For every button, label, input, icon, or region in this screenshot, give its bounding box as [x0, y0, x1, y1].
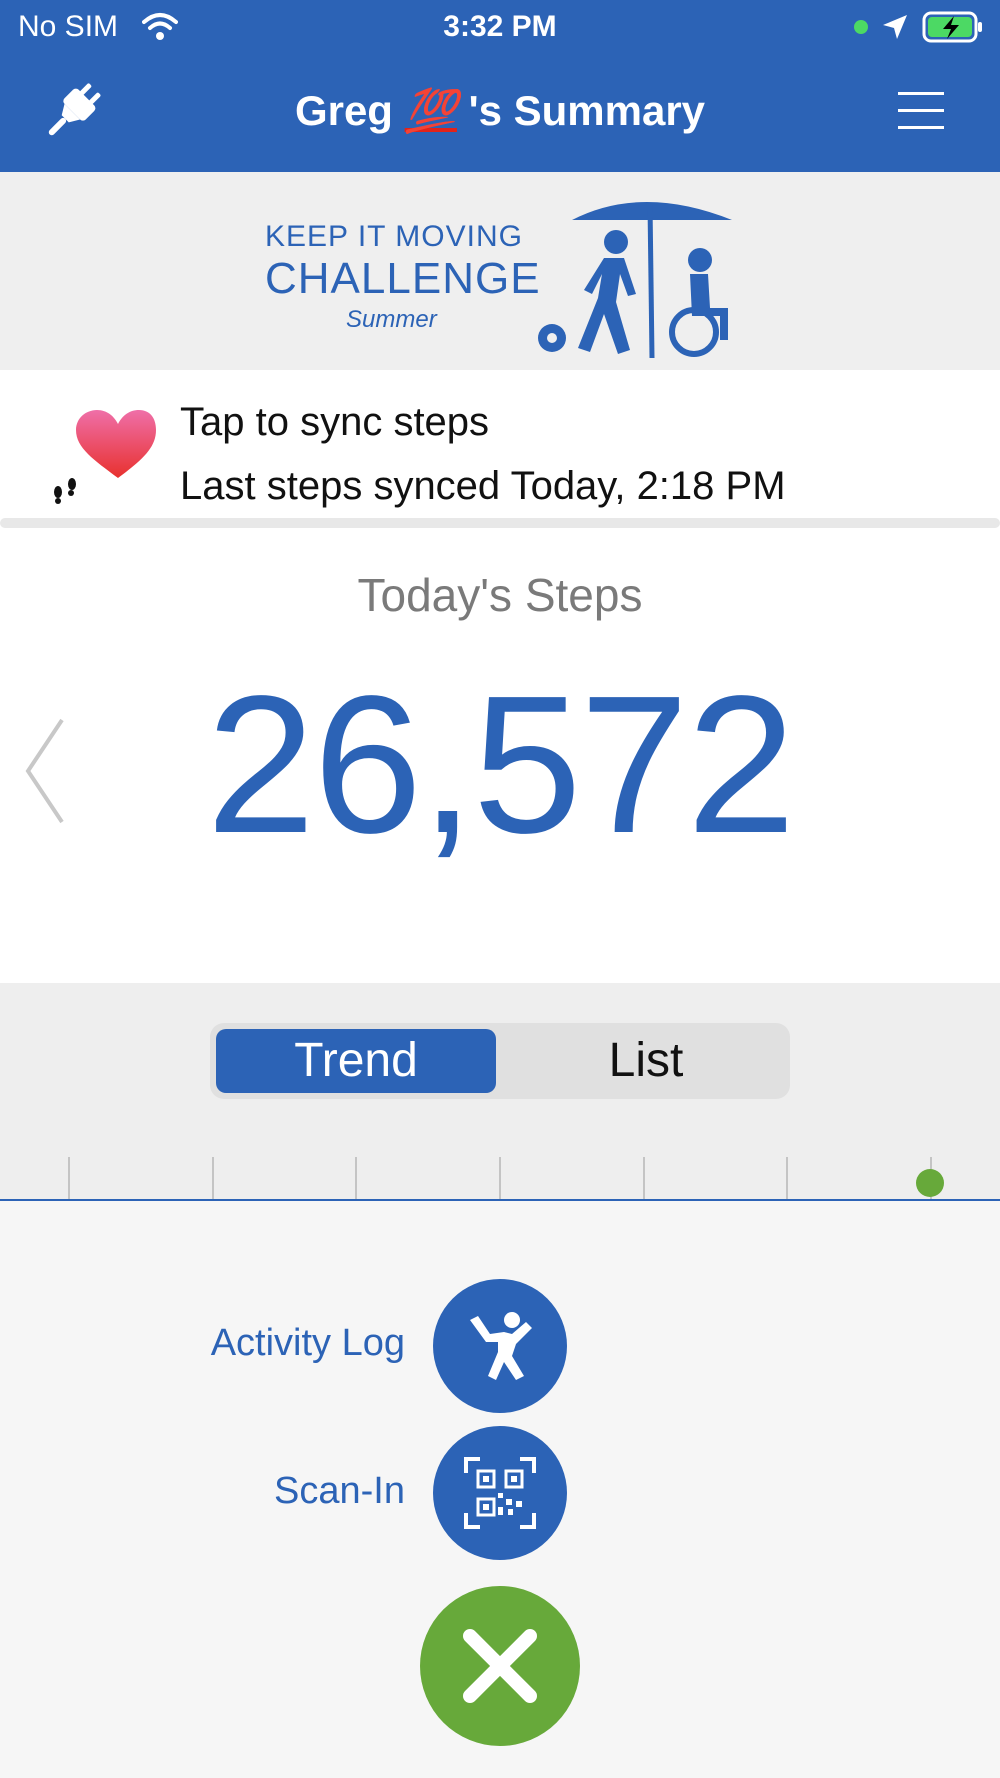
close-icon [463, 1629, 537, 1703]
status-bar: No SIM 3:32 PM [0, 0, 1000, 56]
qr-code-icon [464, 1457, 536, 1529]
scan-in-label[interactable]: Scan-In [145, 1470, 405, 1513]
exercise-person-icon [470, 1312, 532, 1380]
close-menu-button[interactable] [420, 1586, 580, 1746]
banner-line1: KEEP IT MOVING [265, 220, 523, 253]
timeline-tick [68, 1157, 70, 1199]
toggle-trend[interactable]: Trend [216, 1029, 496, 1093]
timeline-tick [643, 1157, 645, 1199]
banner-line2: CHALLENGE [265, 254, 541, 303]
action-menu: Activity Log Scan-In [0, 1201, 1000, 1778]
timeline-tick [355, 1157, 357, 1199]
sync-steps-row[interactable]: Tap to sync steps Last steps synced Toda… [0, 370, 1000, 528]
divider [0, 518, 1000, 528]
page-title: Greg 💯 's Summary [0, 86, 1000, 136]
scan-in-button[interactable] [433, 1426, 567, 1560]
heart-footsteps-icon [54, 410, 156, 504]
todays-steps-panel: Today's Steps 26,572 [0, 528, 1000, 983]
trend-timeline [0, 1157, 1000, 1201]
battery-charging-icon [922, 11, 982, 43]
steps-count: 26,572 [206, 655, 795, 874]
sync-action-text: Tap to sync steps [180, 400, 490, 444]
last-synced-text: Last steps synced Today, 2:18 PM [180, 464, 786, 508]
activity-log-label[interactable]: Activity Log [145, 1322, 405, 1365]
hamburger-menu-icon[interactable] [898, 92, 944, 132]
activity-log-button[interactable] [433, 1279, 567, 1413]
banner-line3: Summer [346, 306, 437, 333]
trend-area: Trend List [0, 983, 1000, 1201]
location-arrow-icon [883, 15, 907, 39]
privacy-indicator-dot [854, 20, 868, 34]
timeline-tick [786, 1157, 788, 1199]
timeline-current-dot [916, 1169, 944, 1197]
challenge-banner: KEEP IT MOVING CHALLENGE Summer [0, 172, 1000, 370]
timeline-tick [499, 1157, 501, 1199]
steps-label: Today's Steps [357, 569, 643, 621]
status-time: 3:32 PM [443, 10, 557, 43]
walker-wheelchair-umbrella-icon [538, 202, 732, 359]
nav-bar: Greg 💯 's Summary [0, 56, 1000, 172]
title-suffix: 's Summary [468, 87, 706, 134]
title-username: Greg [294, 87, 393, 134]
view-toggle: Trend List [210, 1023, 790, 1099]
hundred-points-emoji: 💯 [404, 86, 457, 135]
timeline-tick [212, 1157, 214, 1199]
toggle-list[interactable]: List [506, 1029, 786, 1093]
